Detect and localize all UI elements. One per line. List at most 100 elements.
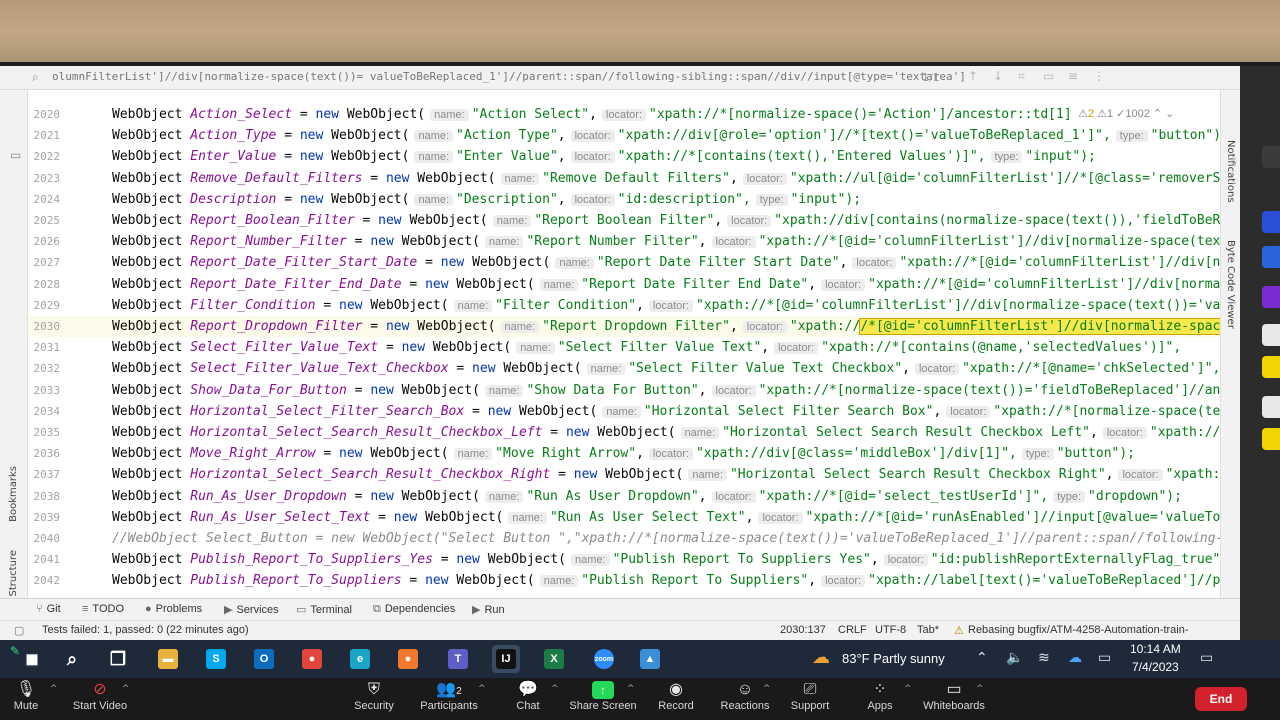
line-separator[interactable]: CRLF	[838, 624, 867, 636]
code-text[interactable]: WebObject Enter_Value = new WebObject(na…	[112, 146, 1096, 168]
taskbar-excel[interactable]: X	[540, 645, 568, 673]
code-text[interactable]: WebObject Filter_Condition = new WebObje…	[112, 295, 1220, 317]
line-number[interactable]: 2042	[28, 570, 61, 591]
code-text[interactable]: WebObject Publish_Report_To_Suppliers = …	[112, 570, 1220, 592]
code-line[interactable]: 2026 WebObject Report_Number_Filter = new…	[28, 231, 1221, 252]
tool-window-problems[interactable]: ● Problems	[145, 603, 202, 615]
code-line[interactable]: 2032 WebObject Select_Filter_Value_Text_C…	[28, 358, 1221, 380]
code-line[interactable]: 2023 WebObject Remove_Default_Filters = n…	[28, 168, 1221, 190]
security-button[interactable]: ⛨ Security	[350, 680, 398, 712]
start-button[interactable]: ◼	[18, 645, 40, 673]
in-selection-icon[interactable]: ≡	[1068, 69, 1078, 83]
code-line[interactable]: 2027 WebObject Report_Date_Filter_Start_D…	[28, 252, 1221, 274]
mute-options-caret[interactable]: ^	[50, 684, 58, 694]
code-editor[interactable]: 2020 WebObject Action_Select = new WebObj…	[28, 104, 1220, 596]
prev-highlight-icon[interactable]: ⌃	[1153, 108, 1162, 120]
code-text[interactable]: //WebObject Select_Button = new WebObjec…	[112, 528, 1220, 549]
code-text[interactable]: WebObject Move_Right_Arrow = new WebObje…	[112, 443, 1135, 465]
taskbar-zoom[interactable]: zoom	[590, 645, 618, 673]
taskbar-outlook[interactable]: O	[250, 645, 278, 673]
next-occurrence-icon[interactable]: ↓	[993, 69, 1003, 83]
structure-tab[interactable]: Structure	[8, 550, 19, 597]
byte-code-viewer-tab[interactable]: Byte Code Viewer	[1225, 240, 1236, 329]
reactions-options-caret[interactable]: ^	[763, 684, 771, 694]
tool-window-terminal[interactable]: ▭ Terminal	[296, 603, 352, 616]
code-text[interactable]: WebObject Horizontal_Select_Search_Resul…	[112, 422, 1220, 444]
code-line[interactable]: 2037 WebObject Horizontal_Select_Search_R…	[28, 464, 1221, 485]
indent-setting[interactable]: Tab*	[917, 624, 939, 636]
end-meeting-button[interactable]: End	[1195, 687, 1247, 711]
whiteboards-options-caret[interactable]: ^	[976, 684, 984, 694]
line-number[interactable]: 2037	[28, 464, 61, 485]
code-line[interactable]: 2020 WebObject Action_Select = new WebObj…	[28, 104, 1220, 126]
weather-text[interactable]: 83°F Partly sunny	[842, 651, 945, 666]
code-line[interactable]: 2035 WebObject Horizontal_Select_Search_R…	[28, 422, 1221, 444]
code-text[interactable]: WebObject Show_Data_For_Button = new Web…	[112, 380, 1220, 402]
code-text[interactable]: WebObject Run_As_User_Select_Text = new …	[112, 507, 1220, 529]
line-number[interactable]: 2025	[28, 210, 61, 231]
search-icon[interactable]: ⌕	[32, 70, 46, 84]
code-line[interactable]: 2040 //WebObject Select_Button = new WebO…	[28, 528, 1221, 549]
code-text[interactable]: WebObject Remove_Default_Filters = new W…	[112, 168, 1220, 190]
start-video-button[interactable]: ⊘ Start Video	[70, 680, 130, 712]
code-text[interactable]: WebObject Report_Date_Filter_Start_Date …	[112, 252, 1220, 274]
find-query-input[interactable]: olumnFilterList']//div[normalize-space(t…	[52, 70, 966, 83]
line-number[interactable]: 2038	[28, 486, 61, 507]
menu-icon[interactable]: ▭	[10, 148, 21, 162]
line-number[interactable]: 2036	[28, 443, 61, 464]
code-text[interactable]: WebObject Horizontal_Select_Filter_Searc…	[112, 401, 1220, 423]
share-options-caret[interactable]: ^	[627, 684, 635, 694]
code-line[interactable]: 2038 WebObject Run_As_User_Dropdown = new…	[28, 486, 1220, 507]
line-number[interactable]: 2028	[28, 274, 61, 295]
inspection-widget[interactable]: ⚠2 ⚠1 ✓1002 ⌃ ⌄	[1078, 104, 1175, 126]
bookmarks-tab[interactable]: Bookmarks	[8, 466, 19, 522]
code-line[interactable]: 2039 WebObject Run_As_User_Select_Text = …	[28, 507, 1221, 529]
next-highlight-icon[interactable]: ⌄	[1165, 108, 1174, 120]
warning-count[interactable]: 2	[1088, 108, 1094, 120]
code-line[interactable]: 2042 WebObject Publish_Report_To_Supplier…	[28, 570, 1221, 592]
chat-options-caret[interactable]: ^	[551, 684, 559, 694]
taskbar-skype[interactable]: S	[202, 645, 230, 673]
code-text[interactable]: WebObject Report_Boolean_Filter = new We…	[112, 210, 1220, 232]
clock-time[interactable]: 10:14 AM	[1130, 642, 1181, 656]
line-number[interactable]: 2033	[28, 380, 61, 401]
code-line[interactable]: 2029 WebObject Filter_Condition = new Web…	[28, 295, 1221, 317]
line-number[interactable]: 2024	[28, 189, 61, 210]
taskbar-chrome[interactable]: ●	[298, 645, 326, 673]
line-number[interactable]: 2040	[28, 528, 61, 549]
layout-icon[interactable]: ▢	[14, 624, 24, 637]
file-encoding[interactable]: UTF-8	[875, 624, 906, 636]
taskbar-task-view[interactable]: ❐	[104, 645, 132, 673]
code-text[interactable]: WebObject Select_Filter_Value_Text = new…	[112, 337, 1181, 359]
code-line[interactable]: 2033 WebObject Show_Data_For_Button = new…	[28, 380, 1221, 402]
tool-window-run[interactable]: ▶ Run	[472, 603, 505, 616]
taskbar-firefox[interactable]: ●	[394, 645, 422, 673]
previous-occurrence-icon[interactable]: ↑	[968, 69, 978, 83]
vcs-status[interactable]: Rebasing bugfix/ATM-4258-Automation-trai…	[968, 624, 1189, 636]
notification-center-icon[interactable]: ▭	[1200, 650, 1213, 666]
code-line[interactable]: 2024 WebObject Description = new WebObjec…	[28, 189, 1220, 210]
weather-icon[interactable]: ☁	[812, 647, 830, 668]
code-text[interactable]: WebObject Select_Filter_Value_Text_Check…	[112, 358, 1220, 380]
code-text[interactable]: WebObject Run_As_User_Dropdown = new Web…	[112, 486, 1182, 508]
more-options-icon[interactable]: ⋮	[1093, 69, 1105, 83]
wifi-icon[interactable]: ≋	[1038, 650, 1050, 666]
line-number[interactable]: 2027	[28, 252, 61, 273]
apps-button[interactable]: ⁘ Apps	[864, 680, 896, 712]
code-line[interactable]: 2021 WebObject Action_Type = new WebObjec…	[28, 125, 1221, 146]
code-line[interactable]: 2034 WebObject Horizontal_Select_Filter_S…	[28, 401, 1221, 423]
code-line[interactable]: 2025 WebObject Report_Boolean_Filter = ne…	[28, 210, 1221, 232]
apps-options-caret[interactable]: ^	[904, 684, 912, 694]
code-line[interactable]: 2041 WebObject Publish_Report_To_Supplier…	[28, 549, 1221, 570]
taskbar-teams[interactable]: T	[444, 645, 472, 673]
line-number[interactable]: 2039	[28, 507, 61, 528]
line-number[interactable]: 2030	[28, 316, 61, 337]
taskbar-remote[interactable]: ▲	[636, 645, 664, 673]
onedrive-icon[interactable]: ☁	[1068, 650, 1082, 666]
record-button[interactable]: ◉ Record	[656, 680, 696, 712]
line-number[interactable]: 2032	[28, 358, 61, 379]
clock-date[interactable]: 7/4/2023	[1132, 660, 1179, 674]
line-number[interactable]: 2020	[28, 104, 61, 125]
participants-options-caret[interactable]: ^	[478, 684, 486, 694]
participants-button[interactable]: 👥2 Participants	[418, 680, 480, 712]
